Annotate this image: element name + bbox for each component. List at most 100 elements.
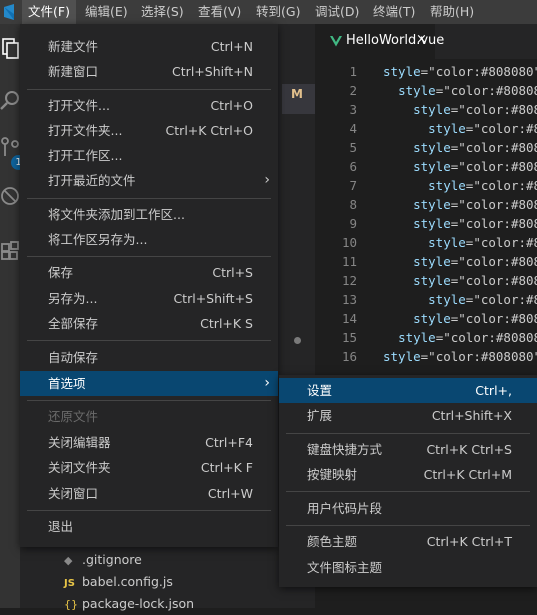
menu-separator [286,433,530,434]
menu-item-color-theme[interactable]: 颜色主题 Ctrl+K Ctrl+T [279,529,537,554]
menu-item-settings[interactable]: 设置 Ctrl+, [279,378,537,403]
menu-item-keymaps[interactable]: 按键映射 Ctrl+K Ctrl+M [279,462,537,487]
line-text: style="color:#808080"><style="color:#569… [383,64,537,79]
menu-view[interactable]: 查看(V) [192,0,247,24]
menu-label: 关闭窗口 [48,486,99,501]
file-item[interactable]: JS babel.config.js [64,572,173,592]
menu-item-new-file[interactable]: 新建文件 Ctrl+N [20,34,278,59]
menu-shortcut: Ctrl+S [212,265,253,280]
menu-label: 新建窗口 [48,64,99,79]
menu-item-open-recent[interactable]: 打开最近的文件 › [20,168,278,193]
extensions-icon[interactable] [0,239,20,263]
line-text: style="color:#808080"></style="color:#56… [413,197,537,212]
code-line: 2 style="color:#808080"><style="color:#5… [315,81,537,100]
menu-item-close-folder[interactable]: 关闭文件夹 Ctrl+K F [20,455,278,480]
menu-item-add-folder-to-workspace[interactable]: 将文件夹添加到工作区... [20,202,278,227]
line-number: 11 [341,254,357,269]
code-line: 14 style="color:#808080"></style="color:… [315,309,537,328]
menu-item-save-as[interactable]: 另存为... Ctrl+Shift+S [20,286,278,311]
menu-label: 还原文件 [48,409,99,424]
menu-label: 用户代码片段 [307,501,383,516]
menu-selection[interactable]: 选择(S) [135,0,190,24]
code-line: 6 style="color:#808080"><style="color:#5… [315,157,537,176]
chevron-right-icon: › [264,375,270,391]
menu-item-exit[interactable]: 退出 [20,514,278,539]
tab-helloworld-vue[interactable]: HelloWorld.vue × [315,24,444,59]
line-text: style="color:#808080"><style="color:#569… [428,292,537,307]
menu-item-user-snippets[interactable]: 用户代码片段 [279,496,537,521]
menu-label: 首选项 [48,376,86,391]
menu-item-open-file[interactable]: 打开文件... Ctrl+O [20,93,278,118]
unsaved-dot-icon [294,337,301,344]
line-number: 1 [349,64,357,79]
menu-shortcut: Ctrl+K Ctrl+T [426,534,512,549]
json-file-icon: {} [64,598,78,611]
menu-label: 退出 [48,519,74,534]
code-line: 9 style="color:#808080"><style="color:#5… [315,214,537,233]
code-line: 13 style="color:#808080"><style="color:#… [315,290,537,309]
menu-help[interactable]: 帮助(H) [424,0,480,24]
line-text: style="color:#808080"><style="color:#569… [413,159,537,174]
code-line: 7 style="color:#808080"><style="color:#5… [315,176,537,195]
menu-label: 颜色主题 [307,534,358,549]
menu-item-open-folder[interactable]: 打开文件夹... Ctrl+K Ctrl+O [20,118,278,143]
menu-item-close-window[interactable]: 关闭窗口 Ctrl+W [20,481,278,506]
menu-item-save-all[interactable]: 全部保存 Ctrl+K S [20,311,278,336]
git-file-icon: ◆ [64,554,73,567]
line-number: 7 [349,178,357,193]
line-text: style="color:#808080"></style="color:#56… [383,349,537,364]
menu-label: 保存 [48,265,74,280]
file-menu: 新建文件 Ctrl+N 新建窗口 Ctrl+Shift+N 打开文件... Ctrl+… [20,24,278,547]
file-item[interactable]: {} package-lock.json [64,594,194,614]
menu-shortcut: Ctrl+K Ctrl+O [165,123,253,138]
debug-icon[interactable] [0,184,20,208]
menu-item-save-workspace-as[interactable]: 将工作区另存为... [20,227,278,252]
code-line: 8 style="color:#808080"></style="color:#… [315,195,537,214]
menu-terminal[interactable]: 终端(T) [367,0,421,24]
menu-shortcut: Ctrl+F4 [205,435,253,450]
menu-goto[interactable]: 转到(G) [250,0,306,24]
menu-label: 打开工作区... [48,148,123,163]
menu-item-preferences[interactable]: 首选项 › [20,371,278,396]
menu-separator [27,510,271,511]
menu-shortcut: Ctrl+N [210,39,253,54]
menu-item-new-window[interactable]: 新建窗口 Ctrl+Shift+N [20,59,278,84]
menu-file[interactable]: 文件(F) [22,0,76,24]
line-number: 13 [341,292,357,307]
file-item[interactable]: ◆ .gitignore [64,550,142,570]
line-text: style="color:#808080"><style="color:#569… [428,235,537,250]
preferences-submenu: 设置 Ctrl+, 扩展 Ctrl+Shift+X 键盘快捷方式 Ctrl+K Ctr… [279,375,537,587]
code-line: 15 style="color:#808080"></style="color:… [315,328,537,347]
menu-label: 设置 [307,383,333,398]
menu-item-open-workspace[interactable]: 打开工作区... [20,143,278,168]
tab-bar: HelloWorld.vue × [315,24,537,59]
menu-label: 新建文件 [48,39,99,54]
menu-separator [27,400,271,401]
menu-shortcut: Ctrl+Shift+X [431,408,512,423]
menu-item-extensions[interactable]: 扩展 Ctrl+Shift+X [279,403,537,428]
menu-item-file-icon-theme[interactable]: 文件图标主题 [279,555,537,580]
line-number: 16 [341,349,357,364]
search-icon[interactable] [0,88,20,112]
menu-item-auto-save[interactable]: 自动保存 [20,345,278,370]
menu-shortcut: Ctrl+Shift+S [173,291,253,306]
line-text: style="color:#808080"></style="color:#56… [398,330,537,345]
menu-shortcut: Ctrl+K Ctrl+S [426,442,512,457]
code-line: 10 style="color:#808080"><style="color:#… [315,233,537,252]
menu-edit[interactable]: 编辑(E) [79,0,134,24]
file-name: babel.config.js [82,574,173,589]
file-name: .gitignore [82,552,142,567]
menu-shortcut: Ctrl+W [207,486,253,501]
line-number: 14 [341,311,357,326]
menu-item-close-editor[interactable]: 关闭编辑器 Ctrl+F4 [20,430,278,455]
menu-label: 关闭文件夹 [48,460,111,475]
code-line: 11 style="color:#808080"></style="color:… [315,252,537,271]
close-icon[interactable]: × [416,32,427,47]
menu-item-keyboard-shortcuts[interactable]: 键盘快捷方式 Ctrl+K Ctrl+S [279,437,537,462]
menu-debug[interactable]: 调试(D) [309,0,365,24]
chevron-right-icon: › [264,172,270,188]
menu-label: 打开最近的文件 [48,173,136,188]
menu-item-save[interactable]: 保存 Ctrl+S [20,260,278,285]
explorer-icon[interactable] [0,36,20,60]
line-number: 6 [349,159,357,174]
